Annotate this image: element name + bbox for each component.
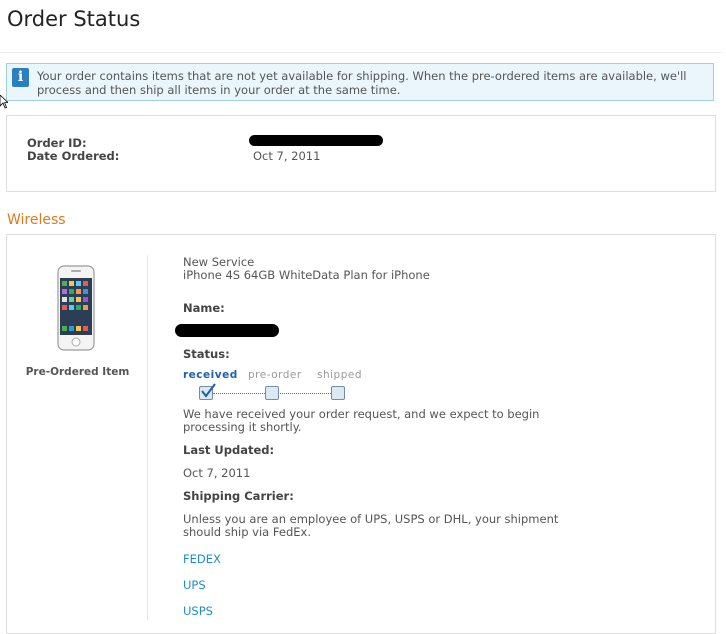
item-divider bbox=[147, 255, 148, 620]
step-shipped-label: shipped bbox=[317, 369, 362, 381]
carrier-link-usps[interactable]: USPS bbox=[183, 604, 213, 618]
date-ordered-label: Date Ordered: bbox=[27, 149, 120, 163]
carrier-message: Unless you are an employee of UPS, USPS … bbox=[183, 512, 559, 539]
carrier-link-ups[interactable]: UPS bbox=[183, 578, 206, 592]
step-connector bbox=[280, 393, 331, 394]
mouse-cursor-icon bbox=[0, 95, 8, 109]
preorder-notice: i Your order contains items that are not… bbox=[6, 63, 714, 101]
title-divider bbox=[0, 52, 722, 53]
last-updated-label: Last Updated: bbox=[183, 443, 275, 457]
order-summary: Order ID: Date Ordered: Oct 7, 2011 bbox=[6, 115, 716, 192]
product-name: iPhone 4S 64GB WhiteData Plan for iPhone bbox=[183, 268, 430, 282]
redacted-name bbox=[175, 324, 279, 337]
pre-ordered-item-label: Pre-Ordered Item bbox=[25, 366, 130, 378]
carrier-link-fedex[interactable]: FEDEX bbox=[183, 552, 221, 566]
step-received-label: received bbox=[183, 369, 238, 381]
last-updated-value: Oct 7, 2011 bbox=[183, 466, 251, 480]
step-preorder-label: pre-order bbox=[248, 369, 302, 381]
iphone-image-icon bbox=[57, 265, 95, 351]
wireless-item-panel bbox=[6, 234, 716, 634]
order-id-label: Order ID: bbox=[27, 136, 87, 150]
step-preorder-box bbox=[265, 386, 279, 400]
shipping-carrier-label: Shipping Carrier: bbox=[183, 489, 294, 503]
section-title-wireless: Wireless bbox=[7, 212, 66, 228]
info-icon: i bbox=[12, 68, 29, 87]
page-title: Order Status bbox=[7, 7, 141, 31]
step-shipped-box bbox=[331, 386, 345, 400]
status-label: Status: bbox=[183, 347, 230, 361]
step-connector bbox=[213, 393, 265, 394]
redacted-order-id bbox=[249, 135, 383, 146]
name-label: Name: bbox=[183, 301, 225, 315]
notice-text: Your order contains items that are not y… bbox=[37, 69, 687, 97]
checkmark-icon bbox=[201, 383, 216, 398]
date-ordered-value: Oct 7, 2011 bbox=[253, 149, 321, 163]
status-message: We have received your order request, and… bbox=[183, 407, 540, 434]
